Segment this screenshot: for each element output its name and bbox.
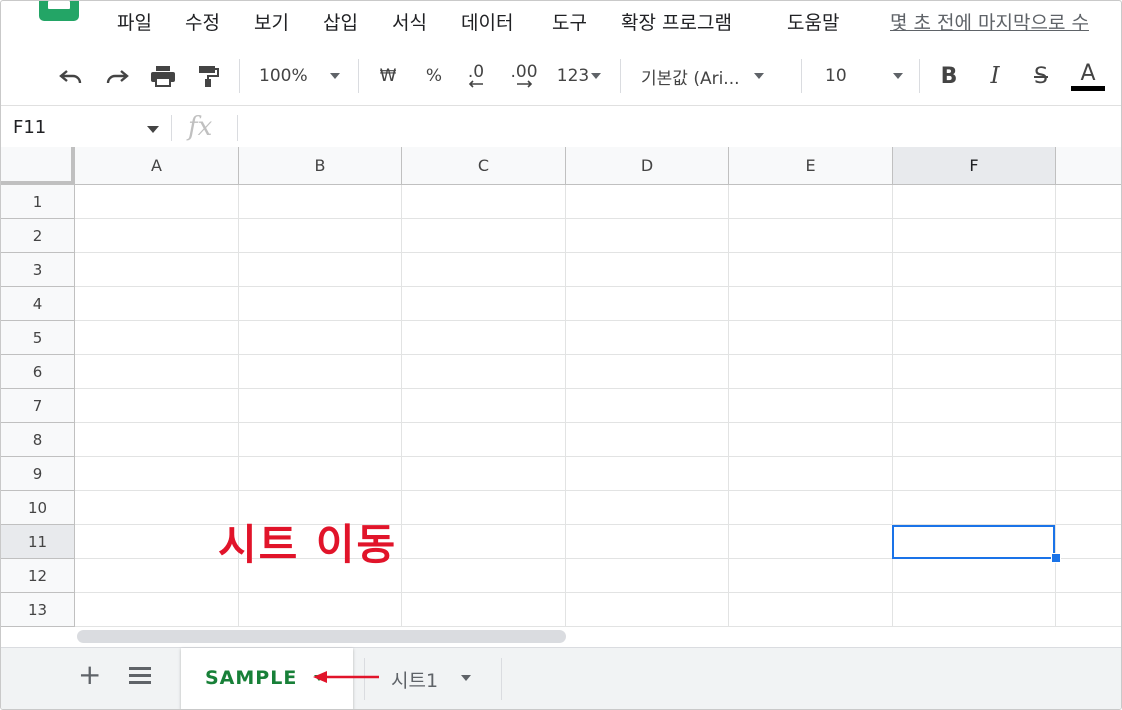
annotation-arrow-icon — [313, 671, 379, 683]
name-box-dropdown-icon[interactable] — [147, 126, 159, 133]
menu-insert[interactable]: 삽입 — [323, 8, 358, 35]
formula-bar: F11 fx — [1, 109, 1121, 148]
selected-cell-f11[interactable] — [892, 525, 1055, 559]
menu-bar: 파일 수정 보기 삽입 서식 데이터 도구 확장 프로그램 도움말 몇 초 전에… — [1, 1, 1121, 43]
chevron-down-icon[interactable] — [461, 675, 471, 681]
row-header-2[interactable]: 2 — [1, 219, 75, 253]
menu-data[interactable]: 데이터 — [461, 8, 513, 35]
number-format-select[interactable]: 123 — [551, 61, 607, 91]
redo-icon[interactable] — [102, 61, 132, 91]
select-all-corner[interactable] — [1, 147, 75, 185]
row-header-10[interactable]: 10 — [1, 491, 75, 525]
increase-decimal-button[interactable]: .00 — [505, 61, 543, 91]
menu-view[interactable]: 보기 — [254, 8, 289, 35]
undo-icon[interactable] — [56, 61, 86, 91]
row-header-7[interactable]: 7 — [1, 389, 75, 423]
menu-format[interactable]: 서식 — [392, 8, 427, 35]
annotation-text: 시트 이동 — [218, 520, 398, 569]
percent-button[interactable]: % — [421, 61, 447, 91]
currency-button[interactable]: ₩ — [375, 61, 401, 91]
row-header-6[interactable]: 6 — [1, 355, 75, 389]
row-header-5[interactable]: 5 — [1, 321, 75, 355]
sheet-tabs-bar: + SAMPLE 시트1 — [1, 647, 1121, 709]
column-header-d[interactable]: D — [566, 147, 729, 185]
bold-button[interactable]: B — [935, 61, 963, 91]
row-header-9[interactable]: 9 — [1, 457, 75, 491]
last-edit-link[interactable]: 몇 초 전에 마지막으로 수 — [890, 8, 1089, 35]
row-header-1[interactable]: 1 — [1, 185, 75, 219]
number-format-label: 123 — [556, 66, 590, 86]
column-header-b[interactable]: B — [239, 147, 402, 185]
row-header-11[interactable]: 11 — [1, 525, 75, 559]
menu-edit[interactable]: 수정 — [185, 8, 220, 35]
column-header-a[interactable]: A — [75, 147, 239, 185]
row-header-13[interactable]: 13 — [1, 593, 75, 627]
name-box[interactable]: F11 — [13, 117, 46, 138]
menu-tools[interactable]: 도구 — [552, 8, 587, 35]
menu-file[interactable]: 파일 — [117, 8, 152, 35]
font-select[interactable]: 기본값 (Ari... — [641, 61, 791, 91]
toolbar: 100% ₩ % .0 .00 123 기본값 (Ari... 10 B I S… — [1, 47, 1121, 106]
formula-input[interactable] — [251, 117, 1111, 139]
row-header-4[interactable]: 4 — [1, 287, 75, 321]
font-size-value: 10 — [825, 66, 847, 86]
column-header-f[interactable]: F — [893, 147, 1056, 185]
spreadsheet-window: 파일 수정 보기 삽입 서식 데이터 도구 확장 프로그램 도움말 몇 초 전에… — [0, 0, 1122, 710]
print-icon[interactable] — [147, 61, 179, 91]
row-header-12[interactable]: 12 — [1, 559, 75, 593]
decrease-decimal-button[interactable]: .0 — [459, 61, 493, 91]
sheet-tab-label: SAMPLE — [205, 667, 298, 689]
all-sheets-icon[interactable] — [129, 667, 151, 685]
zoom-value: 100% — [259, 66, 308, 86]
text-color-swatch — [1071, 85, 1105, 91]
column-header-e[interactable]: E — [729, 147, 893, 185]
italic-button[interactable]: I — [981, 61, 1009, 91]
fx-icon: fx — [188, 112, 213, 142]
strikethrough-button[interactable]: S — [1027, 61, 1055, 91]
add-sheet-icon[interactable]: + — [78, 660, 101, 690]
sheet-tab-label: 시트1 — [391, 670, 439, 692]
fill-handle[interactable] — [1051, 553, 1061, 563]
font-label: 기본값 (Ari... — [641, 68, 740, 89]
menu-help[interactable]: 도움말 — [787, 8, 839, 35]
row-header-3[interactable]: 3 — [1, 253, 75, 287]
increase-decimal-label: .00 — [510, 62, 538, 82]
sheets-logo-icon[interactable] — [39, 1, 79, 21]
font-size-select[interactable]: 10 — [825, 61, 911, 91]
menu-extensions[interactable]: 확장 프로그램 — [621, 8, 732, 35]
sheet-grid: A B C D E F 1 2 3 4 5 6 7 8 9 10 11 12 1… — [1, 147, 1121, 629]
paint-format-icon[interactable] — [193, 61, 223, 91]
sheet-tab-sheet1[interactable]: 시트1 — [365, 648, 501, 709]
zoom-select[interactable]: 100% — [259, 61, 349, 91]
horizontal-scrollbar[interactable] — [77, 630, 566, 643]
text-color-label: A — [1080, 60, 1096, 86]
row-header-8[interactable]: 8 — [1, 423, 75, 457]
column-header-c[interactable]: C — [402, 147, 566, 185]
decrease-decimal-label: .0 — [467, 62, 485, 82]
column-header-g[interactable] — [1056, 147, 1121, 185]
text-color-button[interactable]: A — [1069, 61, 1107, 91]
